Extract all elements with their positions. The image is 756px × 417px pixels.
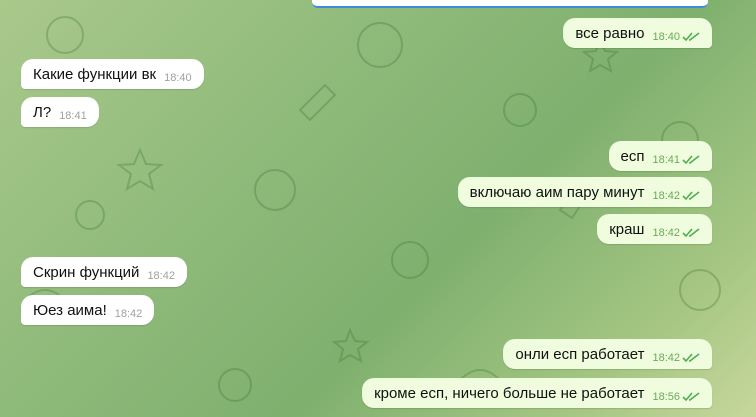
message-meta: 18:40 — [652, 23, 700, 43]
message-time: 18:42 — [114, 308, 143, 320]
message-bubble-outgoing[interactable]: все равно 18:40 — [563, 18, 712, 48]
message-text: Л? — [33, 103, 52, 121]
message-bubble-incoming[interactable]: Л? 18:41 — [21, 97, 99, 127]
message-text: кроме есп, ничего больше не работает — [374, 384, 645, 402]
double-check-icon — [682, 32, 700, 42]
message-text: включаю аим пару минут — [469, 183, 645, 201]
message-meta: 18:42 — [652, 182, 700, 202]
pinned-panel-edge — [312, 0, 708, 8]
message-bubble-outgoing[interactable]: онли есп работает 18:42 — [503, 339, 712, 369]
message-bubble-incoming[interactable]: Юез аима! 18:42 — [21, 295, 155, 325]
message-bubble-outgoing[interactable]: включаю аим пару минут 18:42 — [457, 177, 712, 207]
message-meta: 18:42 — [652, 344, 700, 364]
message-meta: 18:42 — [652, 219, 700, 239]
message-time: 18:56 — [652, 391, 680, 403]
message-text: онли есп работает — [515, 345, 645, 363]
message-text: краш — [609, 220, 645, 238]
message-time: 18:41 — [652, 154, 680, 166]
message-time: 18:42 — [652, 190, 680, 202]
double-check-icon — [682, 392, 700, 402]
double-check-icon — [682, 191, 700, 201]
message-time: 18:42 — [652, 227, 680, 239]
message-text: все равно — [575, 24, 645, 42]
double-check-icon — [682, 353, 700, 363]
message-time: 18:42 — [652, 352, 680, 364]
message-text: Скрин функций — [33, 263, 140, 281]
message-time: 18:40 — [652, 31, 680, 43]
message-bubble-outgoing[interactable]: есп 18:41 — [608, 141, 712, 171]
message-text: есп — [620, 147, 645, 165]
message-bubble-incoming[interactable]: Какие функции вк 18:40 — [21, 59, 204, 89]
message-meta: 18:56 — [652, 383, 700, 403]
message-time: 18:41 — [59, 110, 87, 122]
message-meta: 18:41 — [652, 146, 700, 166]
message-text: Юез аима! — [33, 301, 107, 319]
message-time: 18:42 — [147, 270, 175, 282]
message-bubble-incoming[interactable]: Скрин функций 18:42 — [21, 257, 187, 287]
message-text: Какие функции вк — [33, 65, 157, 83]
message-time: 18:40 — [164, 72, 192, 84]
double-check-icon — [682, 155, 700, 165]
message-bubble-outgoing[interactable]: краш 18:42 — [597, 214, 712, 244]
message-bubble-outgoing[interactable]: кроме есп, ничего больше не работает 18:… — [362, 378, 712, 408]
double-check-icon — [682, 228, 700, 238]
